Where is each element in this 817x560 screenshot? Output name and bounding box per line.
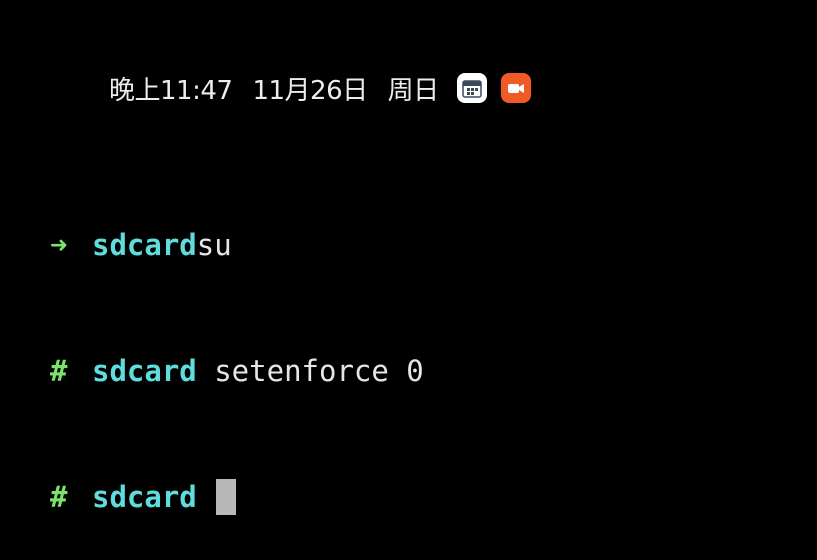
terminal-input-line[interactable]: # sdcard [50,476,424,518]
calendar-app-icon[interactable] [456,73,487,103]
command-text: su [196,228,232,262]
calendar-glyph-icon [461,80,482,98]
current-directory: sdcard [92,354,197,388]
prompt-symbol: # [50,354,68,388]
current-directory: sdcard [92,228,197,262]
command-text: setenforce 0 [196,354,424,388]
status-date: 11月26日 [252,75,368,106]
status-weekday: 周日 [387,75,440,106]
camera-app-icon[interactable] [500,73,531,103]
prompt-symbol: ➜ [50,228,68,262]
text-cursor [215,479,236,515]
status-time: 晚上11:47 [109,75,233,106]
terminal-output[interactable]: ➜ sdcard su # sdcard setenforce 0 # sdcard [50,140,424,560]
terminal-line: ➜ sdcard su [50,224,424,266]
current-directory: sdcard [92,480,197,514]
terminal-line: # sdcard setenforce 0 [50,350,424,392]
video-camera-glyph-icon [507,84,524,93]
status-bar: 晚上11:47 11月26日 周日 [109,70,545,106]
prompt-symbol: # [50,480,68,514]
